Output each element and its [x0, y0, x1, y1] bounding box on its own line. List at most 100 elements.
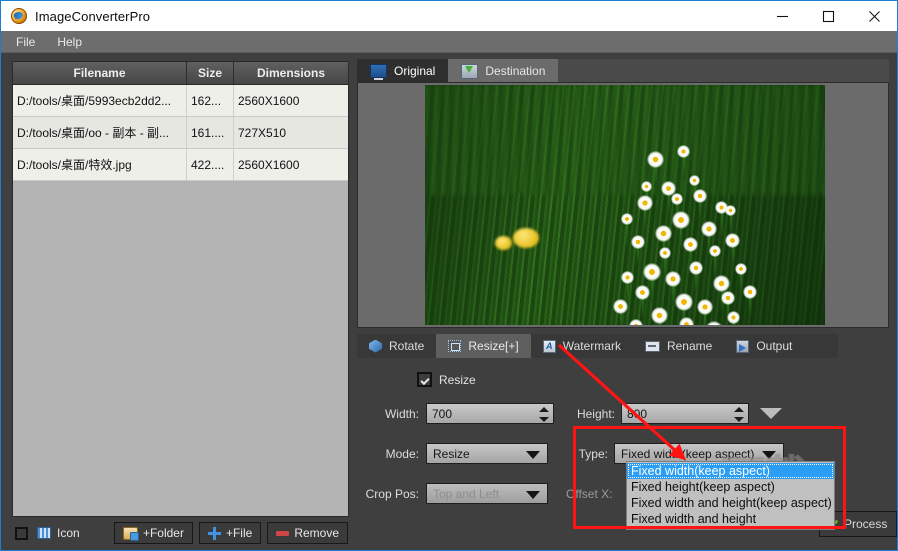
file-list-panel: Filename Size Dimensions D:/tools/桌面/599… — [12, 61, 349, 517]
daisy-flower — [647, 151, 664, 168]
tab-original[interactable]: Original — [357, 59, 449, 83]
daisy-flower — [683, 237, 698, 252]
daisy-stem — [749, 297, 751, 315]
daisy-flower — [735, 263, 747, 275]
width-input[interactable]: 700 — [426, 403, 554, 424]
daisy-flower — [659, 247, 671, 259]
tab-destination[interactable]: Destination — [448, 59, 559, 83]
stepper-up-icon[interactable] — [538, 407, 549, 412]
preview-tabs: Original Destination — [357, 59, 889, 83]
type-dropdown-list[interactable]: Fixed width(keep aspect) Fixed height(ke… — [626, 461, 835, 530]
table-row[interactable]: D:/tools/桌面/特效.jpg 422.... 2560X1600 — [13, 149, 348, 181]
height-input[interactable]: 800 — [621, 403, 749, 424]
chevron-down-icon — [526, 491, 540, 499]
process-label: Process — [844, 517, 888, 531]
destination-icon — [461, 63, 479, 79]
daisy-stem — [680, 227, 682, 249]
minus-icon — [276, 530, 290, 536]
daisy-flower — [725, 233, 740, 248]
daisy-flower — [675, 293, 693, 311]
remove-button[interactable]: Remove — [267, 522, 348, 544]
cell-dimensions: 727X510 — [238, 125, 287, 140]
image-preview-area[interactable] — [357, 82, 889, 328]
rename-icon — [644, 340, 660, 352]
daisy-stem — [732, 246, 734, 265]
tab-resize[interactable]: Resize[+] — [436, 334, 531, 358]
daisy-flower — [721, 291, 735, 305]
minimize-icon[interactable] — [759, 1, 805, 31]
menu-bar: File Help — [1, 31, 897, 53]
column-header-dimensions[interactable]: Dimensions — [234, 62, 348, 84]
grass-blur-layer — [425, 85, 825, 196]
daisy-stem — [668, 194, 670, 213]
add-file-button[interactable]: +File — [198, 522, 262, 544]
monitor-icon — [370, 64, 387, 80]
rotate-icon — [369, 339, 382, 353]
table-row[interactable]: D:/tools/桌面/5993ecb2dd2... 162... 2560X1… — [13, 85, 348, 117]
daisy-stem — [626, 223, 628, 246]
stepper-down-icon[interactable] — [733, 417, 744, 422]
cell-dimensions: 2560X1600 — [238, 93, 300, 108]
daisy-flower — [641, 181, 652, 192]
menu-item-file[interactable]: File — [7, 33, 44, 51]
table-row[interactable]: D:/tools/桌面/oo - 副本 - 副... 161.... 727X5… — [13, 117, 348, 149]
add-folder-label: +Folder — [142, 526, 184, 540]
crop-pos-value: Top and Left — [433, 486, 500, 501]
add-folder-button[interactable]: +Folder — [113, 522, 193, 544]
menu-item-help[interactable]: Help — [48, 33, 91, 51]
daisy-flower — [672, 211, 690, 229]
icon-view-checkbox[interactable] — [15, 526, 28, 540]
file-list-empty-area[interactable] — [13, 181, 348, 516]
daisy-flower — [709, 245, 721, 257]
cell-filename: D:/tools/桌面/5993ecb2dd2... — [13, 85, 187, 116]
buttercup-flower — [513, 228, 539, 248]
tab-resize-label: Resize[+] — [468, 339, 519, 353]
cell-size: 162... — [187, 85, 234, 116]
dropdown-option[interactable]: Fixed width(keep aspect) — [627, 463, 834, 479]
daisy-flower — [651, 307, 668, 324]
expand-more-icon[interactable] — [760, 408, 782, 419]
resize-enable-row: Resize — [417, 372, 476, 387]
stepper-up-icon[interactable] — [733, 407, 744, 412]
close-icon[interactable] — [851, 1, 897, 31]
height-stepper[interactable] — [733, 405, 744, 424]
cell-size: 161.... — [187, 117, 234, 148]
application-window: ImageConverterPro File Help Filename Siz… — [0, 0, 898, 551]
width-stepper[interactable] — [538, 405, 549, 424]
watermark-icon: A — [542, 339, 556, 353]
daisy-flower — [727, 311, 740, 324]
daisy-stem — [672, 285, 674, 305]
window-controls — [759, 1, 897, 31]
maximize-icon[interactable] — [805, 1, 851, 31]
height-value: 800 — [627, 406, 648, 421]
dropdown-option[interactable]: Fixed width and height(keep aspect) — [627, 495, 834, 511]
tab-original-label: Original — [394, 64, 436, 78]
dropdown-option[interactable]: Fixed height(keep aspect) — [627, 479, 834, 495]
chevron-down-icon — [526, 451, 540, 459]
daisy-stem — [695, 273, 697, 291]
daisy-flower — [679, 317, 694, 325]
column-header-size[interactable]: Size — [187, 62, 234, 84]
dropdown-option[interactable]: Fixed width and height — [627, 511, 834, 527]
tab-rotate[interactable]: Rotate — [357, 334, 437, 358]
daisy-stem — [721, 212, 723, 236]
mode-select[interactable]: Resize — [426, 443, 548, 464]
stepper-down-icon[interactable] — [538, 417, 549, 422]
daisy-stem — [644, 209, 646, 229]
tab-destination-label: Destination — [485, 64, 546, 78]
width-value: 700 — [432, 406, 453, 421]
daisy-flower — [655, 225, 672, 242]
daisy-flower — [689, 175, 700, 186]
daisy-stem — [740, 273, 742, 296]
height-label: Height: — [576, 406, 615, 421]
crop-pos-row: Crop Pos: Top and Left Offset X: — [361, 483, 624, 504]
crop-pos-select[interactable]: Top and Left — [426, 483, 548, 504]
resize-enable-checkbox[interactable] — [417, 372, 432, 387]
column-header-filename[interactable]: Filename — [13, 62, 187, 84]
width-label: Width: — [384, 406, 419, 421]
tab-rename[interactable]: Rename — [632, 334, 725, 358]
tab-output[interactable]: Output — [724, 334, 805, 358]
daisy-stem — [699, 201, 701, 219]
icon-view-label: Icon — [57, 526, 80, 540]
tab-watermark[interactable]: A Watermark — [530, 334, 633, 358]
